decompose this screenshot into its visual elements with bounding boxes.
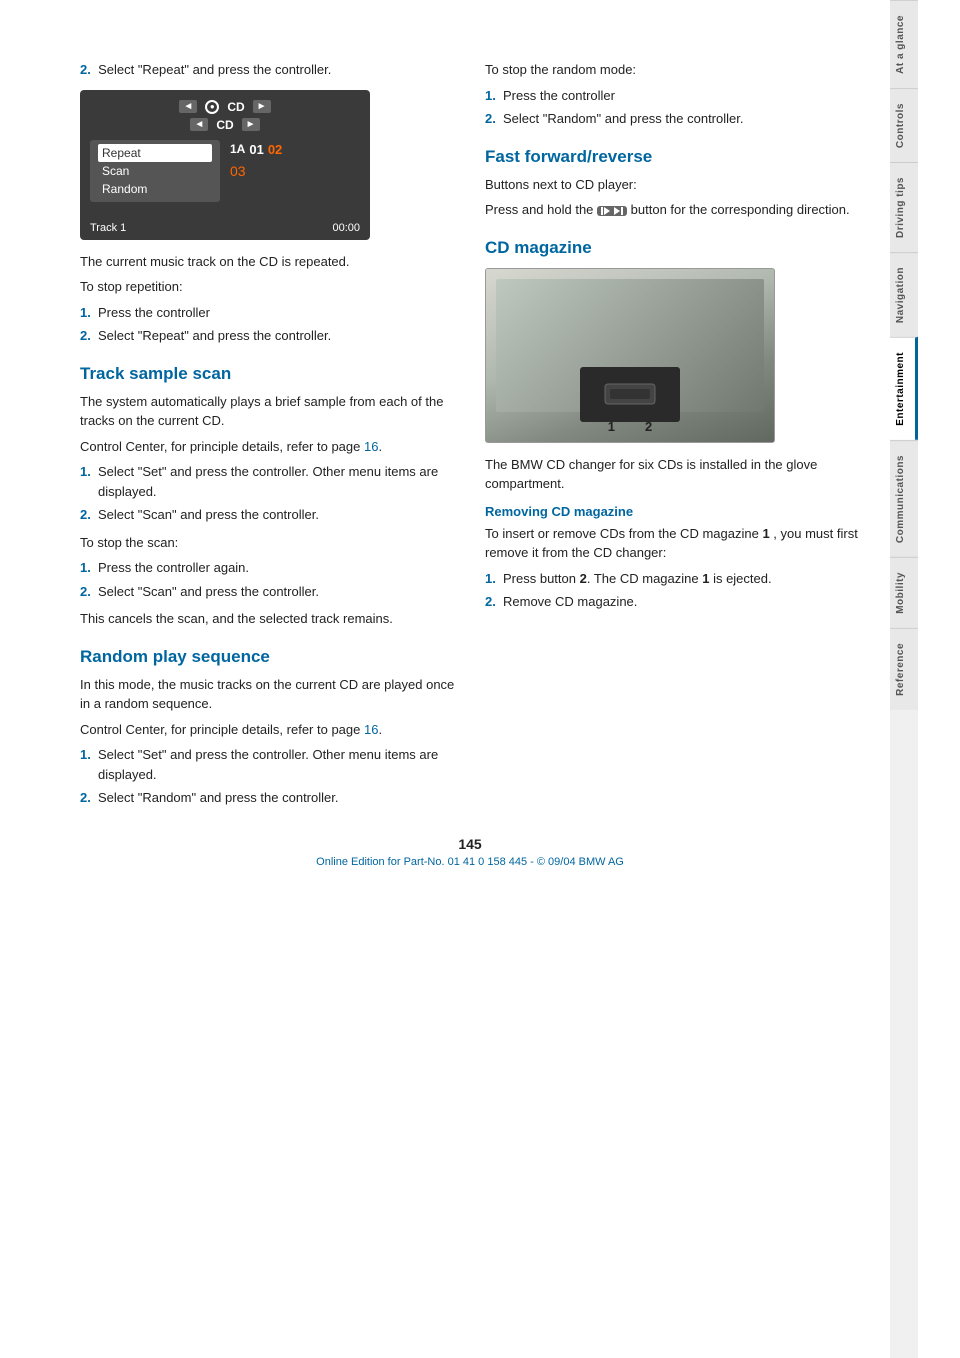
to-stop-scan: To stop the scan: — [80, 533, 455, 553]
removing-steps: 1. Press button 2. The CD magazine 1 is … — [485, 569, 860, 612]
random-steps: 1. Select "Set" and press the controller… — [80, 745, 455, 808]
cd-mag-numbers: 1 2 — [608, 419, 652, 434]
left-column: 2. Select "Repeat" and press the control… — [80, 60, 455, 816]
tab-mobility[interactable]: Mobility — [890, 557, 918, 628]
track-scan-page-ref[interactable]: 16 — [364, 439, 378, 454]
step-item: 2. Remove CD magazine. — [485, 592, 860, 612]
step-item: 2. Select "Scan" and press the controlle… — [80, 582, 455, 602]
stop-random-steps: 1. Press the controller 2. Select "Rando… — [485, 86, 860, 129]
cd-display: ◄ ● CD ► ◄ CD ► Repeat Scan R — [80, 90, 370, 240]
track-label: Track 1 — [90, 222, 126, 234]
stop-scan-steps: 1. Press the controller again. 2. Select… — [80, 558, 455, 601]
cd-bottom-bar: Track 1 00:00 — [90, 222, 360, 234]
tab-at-a-glance[interactable]: At a glance — [890, 0, 918, 88]
track-02: 02 — [268, 142, 282, 157]
track-scan-steps: 1. Select "Set" and press the controller… — [80, 462, 455, 525]
cd-next-btn: ► — [253, 100, 271, 113]
step-item: 1. Press the controller — [80, 303, 455, 323]
mag-1-bold: 1 — [702, 571, 709, 586]
right-tabs: At a glance Controls Driving tips Naviga… — [890, 0, 918, 1358]
track-scan-desc1: The system automatically plays a brief s… — [80, 392, 455, 431]
removing-desc: To insert or remove CDs from the CD maga… — [485, 524, 860, 563]
step-item: 1. Press the controller — [485, 86, 860, 106]
step-item: 2. Select "Scan" and press the controlle… — [80, 505, 455, 525]
step-item: 2. Select "Repeat" and press the control… — [80, 326, 455, 346]
stop-repetition-steps: 1. Press the controller 2. Select "Repea… — [80, 303, 455, 346]
scan-menu-item: Scan — [98, 162, 212, 180]
tab-driving-tips[interactable]: Driving tips — [890, 162, 918, 252]
cd-next-btn2: ► — [242, 118, 260, 131]
track-03: 03 — [230, 163, 246, 179]
step-item: 2. Select "Random" and press the control… — [80, 788, 455, 808]
random-desc1: In this mode, the music tracks on the cu… — [80, 675, 455, 714]
step-item: 1. Select "Set" and press the controller… — [80, 462, 455, 501]
tab-reference[interactable]: Reference — [890, 628, 918, 710]
page-number: 145 — [80, 836, 860, 852]
scan-cancel-text: This cancels the scan, and the selected … — [80, 609, 455, 629]
random-page-ref[interactable]: 16 — [364, 722, 378, 737]
tab-communications[interactable]: Communications — [890, 440, 918, 557]
step2-select-repeat: 2. Select "Repeat" and press the control… — [80, 60, 455, 80]
track-scan-heading: Track sample scan — [80, 364, 455, 384]
track-01: 01 — [249, 142, 263, 157]
tab-entertainment[interactable]: Entertainment — [890, 337, 918, 440]
buttons-next-cd: Buttons next to CD player: — [485, 175, 860, 195]
random-desc2: Control Center, for principle details, r… — [80, 720, 455, 740]
cd-magazine-heading: CD magazine — [485, 238, 860, 258]
cd-disc-icon: ● — [205, 100, 219, 114]
cd-magazine-desc: The BMW CD changer for six CDs is instal… — [485, 455, 860, 494]
step-item: 1. Press button 2. The CD magazine 1 is … — [485, 569, 860, 589]
random-heading: Random play sequence — [80, 647, 455, 667]
time-display: 00:00 — [332, 222, 360, 234]
cd-prev-btn: ◄ — [179, 100, 197, 113]
random-menu-item: Random — [98, 180, 212, 198]
press-hold-text: Press and hold the button for the corres… — [485, 200, 860, 220]
ff-button-icon — [597, 206, 627, 216]
right-column: To stop the random mode: 1. Press the co… — [485, 60, 860, 816]
track-1a: 1A — [230, 142, 245, 157]
cd-mag-slot-icon — [600, 379, 660, 409]
step-number-2: 2. — [80, 62, 91, 77]
repeat-menu-item: Repeat — [98, 144, 212, 162]
button-2-bold: 2 — [580, 571, 587, 586]
removing-heading: Removing CD magazine — [485, 504, 860, 519]
to-stop-repetition: To stop repetition: — [80, 277, 455, 297]
page-footer: 145 Online Edition for Part-No. 01 41 0 … — [80, 816, 860, 878]
cd-menu: Repeat Scan Random — [90, 140, 220, 202]
current-track-text: The current music track on the CD is rep… — [80, 252, 455, 272]
cd-prev-btn2: ◄ — [190, 118, 208, 131]
fast-forward-heading: Fast forward/reverse — [485, 147, 860, 167]
cd-magazine-image: 1 2 — [485, 268, 775, 443]
tab-navigation[interactable]: Navigation — [890, 252, 918, 337]
footer-text: Online Edition for Part-No. 01 41 0 158 … — [80, 856, 860, 868]
step-item: 1. Press the controller again. — [80, 558, 455, 578]
cd-mag-slot — [580, 367, 680, 422]
track-scan-desc2: Control Center, for principle details, r… — [80, 437, 455, 457]
cd-track-numbers: 1A 01 02 — [230, 142, 282, 157]
step-item: 2. Select "Random" and press the control… — [485, 109, 860, 129]
tab-controls[interactable]: Controls — [890, 88, 918, 162]
to-stop-random: To stop the random mode: — [485, 60, 860, 80]
step-item: 1. Select "Set" and press the controller… — [80, 745, 455, 784]
